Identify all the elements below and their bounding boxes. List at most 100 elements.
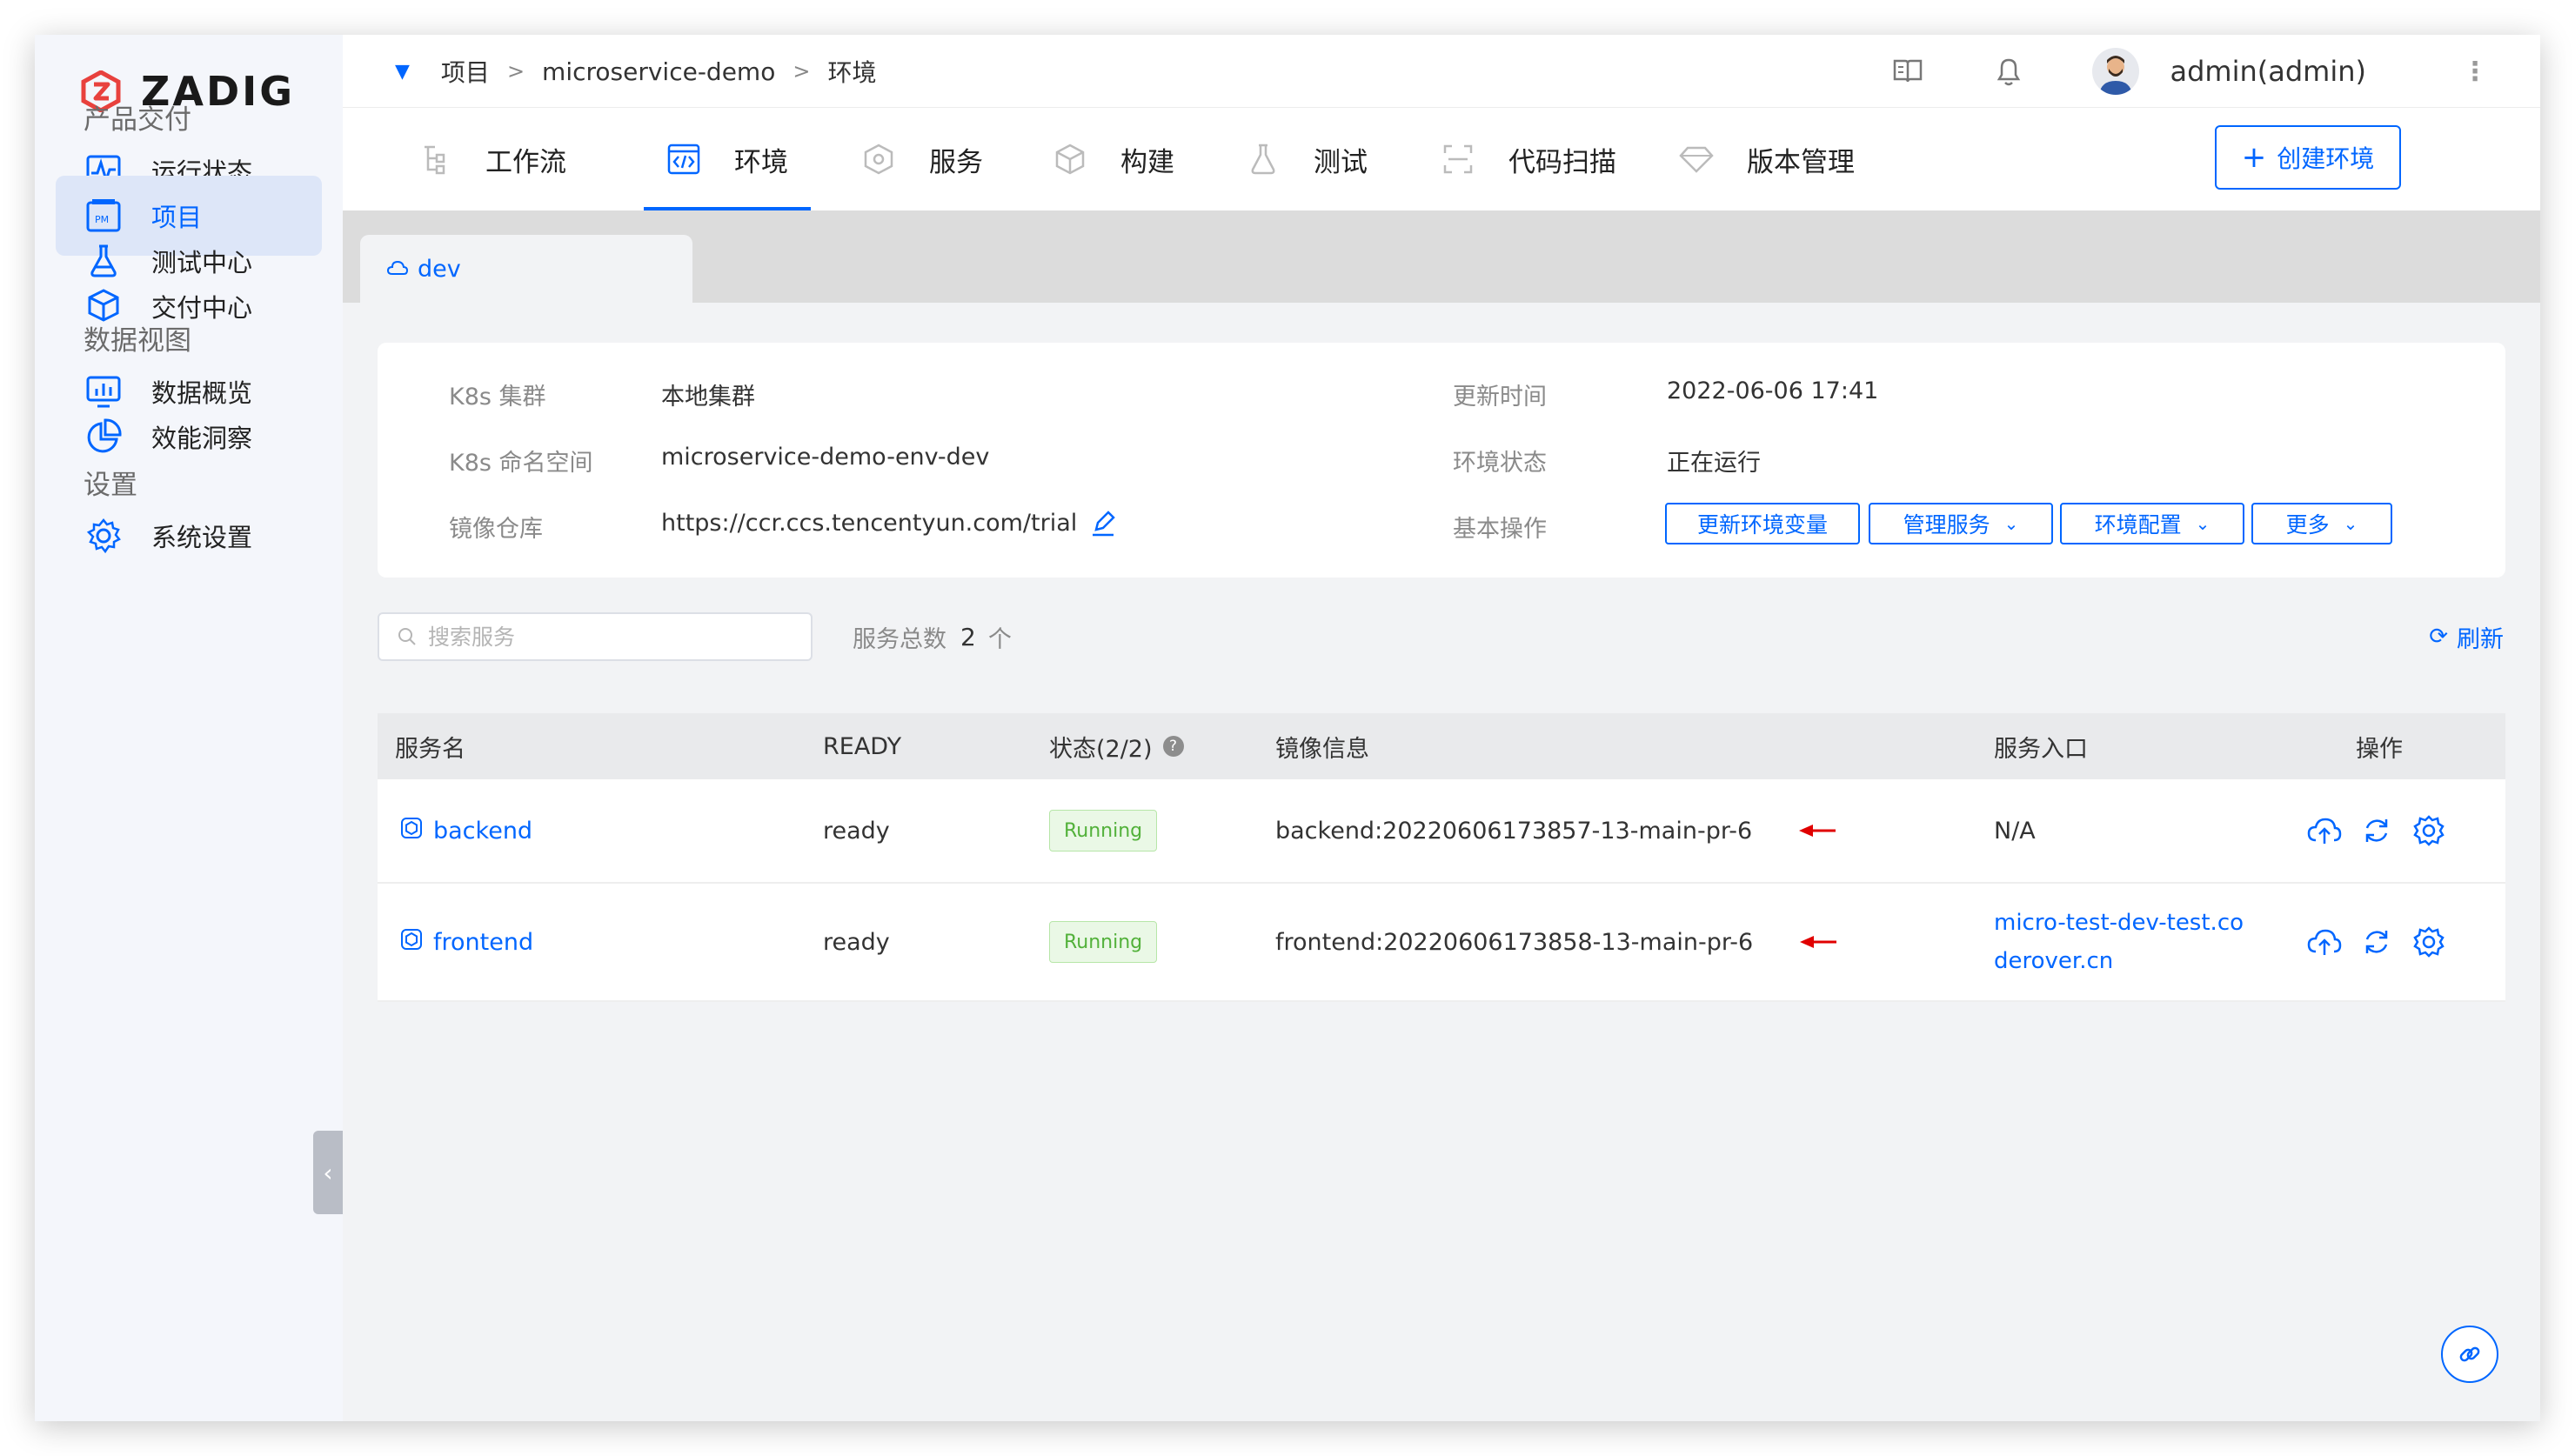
manage-services-dropdown[interactable]: 管理服务 ⌄ bbox=[1869, 503, 2053, 544]
tab-code-scan[interactable]: 代码扫描 bbox=[1418, 108, 1639, 210]
chevron-down-icon: ⌄ bbox=[2195, 513, 2210, 534]
scan-icon bbox=[1441, 142, 1475, 177]
tab-label: 测试 bbox=[1314, 146, 1368, 178]
breadcrumb-item-projects[interactable]: 项目 bbox=[441, 54, 490, 89]
sidebar-collapse-handle[interactable]: ‹ bbox=[313, 1131, 343, 1214]
tab-test[interactable]: 测试 bbox=[1223, 108, 1390, 210]
entry-cell: N/A bbox=[1994, 817, 2036, 845]
upgrade-icon[interactable] bbox=[2307, 925, 2342, 959]
breadcrumb-separator: > bbox=[506, 59, 525, 83]
hexagon-icon bbox=[861, 142, 896, 177]
more-vertical-icon[interactable]: ⋮ bbox=[2462, 57, 2488, 87]
header-image: 镜像信息 bbox=[1275, 735, 1369, 763]
environment-info-card: K8s 集群 本地集群 K8s 命名空间 microservice-demo-e… bbox=[378, 343, 2505, 578]
cluster-label: K8s 集群 bbox=[449, 384, 546, 411]
tab-environment[interactable]: 环境 bbox=[644, 108, 811, 210]
tab-label: 服务 bbox=[929, 146, 983, 178]
service-icon bbox=[400, 928, 423, 957]
ready-cell: ready bbox=[823, 928, 890, 956]
breadcrumb-separator: > bbox=[793, 59, 811, 83]
breadcrumb: ▼ 项目 > microservice-demo > 环境 bbox=[395, 35, 876, 108]
env-tab-label: dev bbox=[418, 255, 461, 283]
env-tab-dev[interactable]: dev bbox=[360, 235, 692, 303]
header-status: 状态(2/2) ? bbox=[1049, 713, 1184, 779]
image-info: backend:20220606173857-13-main-pr-6 bbox=[1275, 817, 1753, 845]
settings-gear-icon[interactable] bbox=[2411, 925, 2446, 959]
upgrade-icon[interactable] bbox=[2307, 813, 2342, 848]
ops-label: 基本操作 bbox=[1453, 516, 1547, 543]
header-actions: 操作 bbox=[2356, 735, 2403, 763]
sidebar-item-system-settings[interactable]: 系统设置 bbox=[56, 496, 322, 576]
button-label: 管理服务 bbox=[1903, 512, 1990, 538]
cloud-icon bbox=[386, 256, 409, 283]
pie-chart-icon bbox=[84, 417, 124, 457]
tab-services[interactable]: 服务 bbox=[839, 108, 1006, 210]
restart-icon[interactable] bbox=[2359, 813, 2394, 848]
topbar-actions: admin(admin) ⋮ bbox=[1890, 35, 2488, 108]
update-env-vars-button[interactable]: 更新环境变量 bbox=[1665, 503, 1860, 544]
search-input[interactable] bbox=[428, 624, 793, 650]
service-search[interactable] bbox=[378, 612, 813, 661]
header-ready: READY bbox=[823, 732, 902, 760]
service-link-backend[interactable]: backend bbox=[400, 817, 532, 845]
registry-label: 镜像仓库 bbox=[449, 516, 543, 543]
book-icon[interactable] bbox=[1890, 54, 1925, 89]
sidebar-item-label: 效能洞察 bbox=[151, 424, 253, 453]
service-count-label: 服务总数 bbox=[853, 625, 946, 653]
refresh-label: 刷新 bbox=[2457, 625, 2504, 653]
service-name-cell: backend bbox=[400, 779, 532, 882]
workflow-icon bbox=[418, 142, 452, 177]
gear-icon bbox=[84, 516, 124, 556]
help-icon[interactable]: ? bbox=[1162, 736, 1184, 757]
arrow-left-icon bbox=[1799, 822, 1837, 839]
image-cell: frontend:20220606173858-13-main-pr-6 bbox=[1275, 884, 1838, 1000]
breadcrumb-item-project[interactable]: microservice-demo bbox=[542, 57, 775, 86]
header-status-label: 状态(2/2) bbox=[1049, 735, 1153, 763]
edit-icon[interactable] bbox=[1091, 510, 1116, 537]
breadcrumb-item-current: 环境 bbox=[827, 58, 877, 87]
bell-icon[interactable] bbox=[1991, 54, 2026, 89]
settings-gear-icon[interactable] bbox=[2411, 813, 2446, 848]
more-dropdown[interactable]: 更多 ⌄ bbox=[2251, 503, 2392, 544]
service-link-frontend[interactable]: frontend bbox=[400, 928, 533, 957]
status-badge: Running bbox=[1049, 810, 1158, 852]
tab-label: 构建 bbox=[1120, 146, 1174, 178]
entry-cell: micro-test-dev-test.coderover.cn bbox=[1994, 884, 2255, 1000]
main-content: dev K8s 集群 本地集群 K8s 命名空间 microservice-de… bbox=[343, 210, 2540, 1421]
create-environment-button[interactable]: + 创建环境 bbox=[2215, 125, 2401, 190]
avatar[interactable] bbox=[2091, 48, 2139, 95]
tab-label: 环境 bbox=[734, 146, 788, 178]
tab-build[interactable]: 构建 bbox=[1030, 108, 1197, 210]
service-name: backend bbox=[433, 817, 533, 845]
link-fab-button[interactable] bbox=[2441, 1326, 2498, 1383]
updated-label: 更新时间 bbox=[1453, 384, 1547, 411]
status-cell: Running bbox=[1049, 779, 1158, 882]
registry-value-wrap: https://ccr.ccs.tencentyun.com/trial bbox=[661, 510, 1116, 537]
project-tabs: 工作流 环境 服务 构建 测试 代码扫描 版本管理 + 创建环境 bbox=[343, 108, 2540, 210]
env-config-dropdown[interactable]: 环境配置 ⌄ bbox=[2060, 503, 2244, 544]
app-window: ZADIG 产品交付 运行状态 PM 项目 测试中心 交付中心 数据视图 数据概… bbox=[35, 35, 2540, 1421]
code-icon bbox=[666, 142, 701, 177]
table-header: 服务名 READY 状态(2/2) ? 镜像信息 服务入口 操作 bbox=[378, 713, 2505, 779]
user-name[interactable]: admin(admin) bbox=[2170, 55, 2367, 88]
service-entry-link[interactable]: micro-test-dev-test.coderover.cn bbox=[1994, 904, 2255, 980]
refresh-icon: ⟳ bbox=[2429, 624, 2448, 650]
cluster-value: 本地集群 bbox=[661, 384, 755, 411]
tab-label: 版本管理 bbox=[1747, 146, 1855, 178]
header-service-name: 服务名 bbox=[395, 735, 465, 763]
tab-version-management[interactable]: 版本管理 bbox=[1656, 108, 1877, 210]
service-name-cell: frontend bbox=[400, 884, 533, 1000]
namespace-value: microservice-demo-env-dev bbox=[661, 444, 990, 471]
create-environment-label: 创建环境 bbox=[2277, 144, 2375, 173]
service-name: frontend bbox=[433, 928, 534, 956]
diamond-icon bbox=[1679, 142, 1714, 177]
caret-down-icon[interactable]: ▼ bbox=[395, 61, 410, 83]
tab-workflow[interactable]: 工作流 bbox=[395, 108, 589, 210]
restart-icon[interactable] bbox=[2359, 925, 2394, 959]
services-table: 服务名 READY 状态(2/2) ? 镜像信息 服务入口 操作 backend… bbox=[378, 713, 2505, 1002]
button-label: 环境配置 bbox=[2094, 512, 2182, 538]
actions-cell bbox=[2307, 779, 2446, 882]
refresh-button[interactable]: ⟳ 刷新 bbox=[2429, 618, 2504, 656]
table-row: frontend ready Running frontend:20220606… bbox=[378, 884, 2505, 1002]
service-icon bbox=[400, 817, 423, 845]
